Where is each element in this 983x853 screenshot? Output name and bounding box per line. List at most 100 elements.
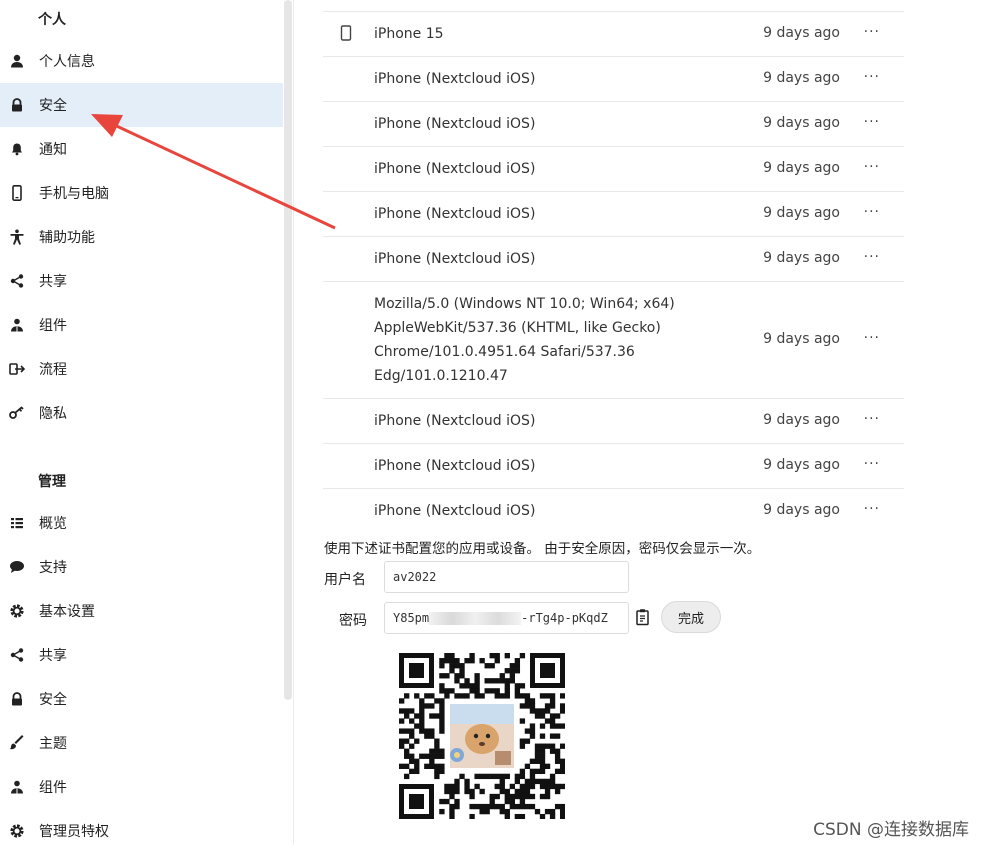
sidebar-item-theming[interactable]: 主题 (0, 721, 283, 765)
sidebar-item-admin-privileges[interactable]: 管理员特权 (0, 809, 283, 853)
sidebar-item-overview[interactable]: 概览 (0, 501, 283, 545)
sidebar-item-basic-settings[interactable]: 基本设置 (0, 589, 283, 633)
qr-module (514, 773, 521, 780)
qr-module (554, 803, 561, 810)
share-icon (9, 647, 25, 663)
qr-module (549, 713, 556, 719)
qr-module (439, 708, 445, 714)
more-actions-button[interactable]: ··· (864, 330, 880, 346)
sidebar-item-label: 安全 (39, 692, 67, 708)
qr-module (439, 713, 445, 719)
qr-module (474, 673, 480, 679)
qr-module (534, 713, 541, 719)
password-field[interactable]: Y85pm -rTg4p-pKqdZ (384, 602, 629, 634)
qr-module (439, 698, 445, 704)
qr-module (529, 803, 536, 810)
sidebar-item-label: 个人信息 (39, 54, 95, 70)
sidebar-item-label: 管理员特权 (39, 824, 109, 840)
qr-module (439, 798, 445, 805)
more-actions-button[interactable]: ··· (864, 69, 880, 85)
sidebar-item-sharing[interactable]: 共享 (0, 259, 283, 303)
sidebar-item-notifications[interactable]: 通知 (0, 127, 283, 171)
more-actions-button[interactable]: ··· (864, 24, 880, 40)
qr-module (464, 788, 470, 795)
qr-module (429, 763, 435, 769)
qr-module (524, 728, 531, 734)
qr-module (399, 743, 405, 749)
more-actions-button[interactable]: ··· (864, 159, 880, 175)
qr-module (504, 678, 510, 684)
qr-module (554, 723, 561, 729)
qr-module (399, 708, 405, 714)
qr-module (464, 678, 470, 684)
qr-module (484, 803, 490, 810)
sidebar-item-admin-sharing[interactable]: 共享 (0, 633, 283, 677)
sidebar-item-admin-widgets[interactable]: 组件 (0, 765, 283, 809)
more-actions-button[interactable]: ··· (864, 204, 880, 220)
password-label: 密码 (339, 613, 367, 629)
sidebar-item-devices[interactable]: 手机与电脑 (0, 171, 283, 215)
more-actions-button[interactable]: ··· (864, 249, 880, 265)
qr-module (559, 813, 566, 820)
done-button[interactable]: 完成 (661, 601, 721, 633)
qr-module (549, 773, 556, 780)
qr-module (494, 803, 500, 810)
qr-module (439, 673, 445, 679)
sidebar-scrollbar[interactable] (284, 0, 292, 700)
qr-module (414, 768, 420, 775)
session-last-activity: 9 days ago (763, 502, 840, 518)
qr-module (434, 753, 440, 759)
qr-module (544, 708, 551, 714)
session-row: iPhone (Nextcloud iOS) 9 days ago ··· (323, 57, 904, 102)
qr-module (419, 698, 425, 704)
more-actions-button[interactable]: ··· (864, 114, 880, 130)
qr-module (404, 753, 410, 759)
qr-module (439, 753, 445, 759)
qr-module (554, 783, 561, 790)
qr-module (534, 708, 541, 714)
qr-module (539, 743, 546, 749)
qr-module (529, 793, 536, 800)
qr-module (409, 753, 415, 759)
session-last-activity: 9 days ago (763, 25, 840, 41)
qr-module (484, 678, 490, 684)
qr-module (429, 693, 435, 699)
qr-module (529, 733, 536, 739)
qr-module (504, 653, 510, 659)
lock-icon (9, 691, 25, 707)
qr-module (489, 663, 495, 669)
sidebar-item-security[interactable]: 安全 (0, 83, 283, 127)
qr-module (414, 713, 420, 719)
qr-module (454, 778, 460, 785)
qr-module (559, 708, 566, 714)
session-row: iPhone (Nextcloud iOS) 9 days ago ··· (323, 237, 904, 282)
session-name: iPhone (Nextcloud iOS) (374, 206, 536, 222)
sidebar-item-support[interactable]: 支持 (0, 545, 283, 589)
username-field[interactable]: av2022 (384, 561, 629, 593)
more-actions-button[interactable]: ··· (864, 456, 880, 472)
more-actions-button[interactable]: ··· (864, 501, 880, 517)
copy-password-button[interactable] (634, 608, 654, 628)
qr-module (444, 798, 450, 805)
sidebar-item-personal-info[interactable]: 个人信息 (0, 39, 283, 83)
qr-module (509, 798, 515, 805)
qr-module (474, 783, 480, 790)
sidebar-item-widgets[interactable]: 组件 (0, 303, 283, 347)
sidebar-item-label: 手机与电脑 (39, 186, 109, 202)
qr-module (524, 803, 531, 810)
more-actions-button[interactable]: ··· (864, 411, 880, 427)
session-last-activity: 9 days ago (763, 331, 840, 347)
sidebar-item-privacy[interactable]: 隐私 (0, 391, 283, 435)
sidebar-item-admin-security[interactable]: 安全 (0, 677, 283, 721)
sidebar-item-flow[interactable]: 流程 (0, 347, 283, 391)
sidebar-item-label: 通知 (39, 142, 67, 158)
qr-module (494, 653, 500, 659)
qr-module (399, 698, 405, 704)
qr-module (554, 733, 561, 739)
sidebar-item-label: 概览 (39, 516, 67, 532)
qr-module (494, 693, 500, 699)
sidebar-item-accessibility[interactable]: 辅助功能 (0, 215, 283, 259)
sidebar-item-label: 基本设置 (39, 604, 95, 620)
qr-module (509, 673, 515, 679)
qr-module (419, 718, 425, 724)
